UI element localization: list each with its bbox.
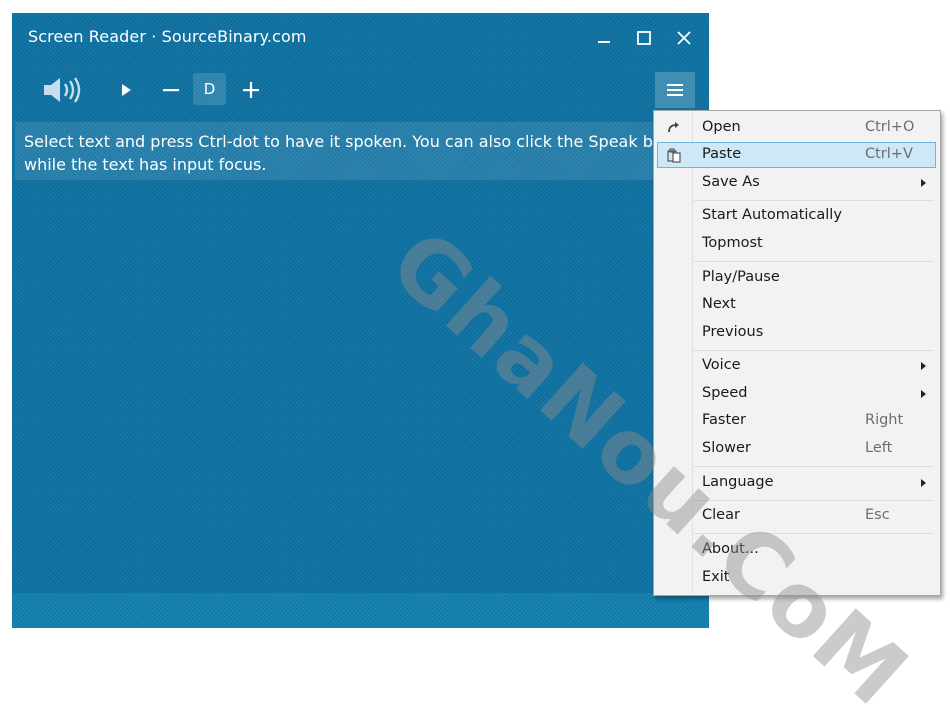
submenu-arrow-icon — [921, 179, 926, 187]
menu-item-paste[interactable]: Paste Ctrl+V — [657, 142, 936, 168]
text-input-area[interactable]: Select text and press Ctrl-dot to have i… — [15, 122, 709, 180]
speak-button[interactable] — [40, 73, 86, 107]
clipboard-icon — [666, 147, 682, 163]
increase-speed-button[interactable] — [236, 76, 266, 104]
redo-arrow-icon — [666, 120, 682, 136]
menu-item-open[interactable]: Open Ctrl+O — [657, 115, 936, 141]
menu-item-label: Topmost — [702, 235, 763, 251]
menu-item-label: Start Automatically — [702, 207, 842, 223]
menu-item-about[interactable]: About... — [657, 537, 936, 563]
hamburger-menu-button[interactable] — [655, 72, 695, 108]
text-content: Select text and press Ctrl-dot to have i… — [24, 132, 695, 174]
close-icon — [677, 31, 691, 45]
menu-item-next[interactable]: Next — [657, 292, 936, 318]
menu-item-shortcut: Ctrl+V — [865, 146, 913, 162]
menu-separator — [694, 200, 934, 201]
menu-item-play-pause[interactable]: Play/Pause — [657, 265, 936, 291]
submenu-arrow-icon — [921, 479, 926, 487]
menu-item-faster[interactable]: Faster Right — [657, 408, 936, 434]
menu-item-shortcut: Esc — [865, 507, 890, 523]
context-menu: Open Ctrl+O Paste Ctrl+V Save As Start A… — [653, 110, 941, 596]
menu-item-label: Speed — [702, 385, 748, 401]
play-button[interactable] — [112, 76, 140, 104]
menu-separator — [694, 350, 934, 351]
menu-item-label: About... — [702, 541, 759, 557]
maximize-button[interactable] — [630, 25, 658, 51]
menu-item-label: Slower — [702, 440, 751, 456]
menu-item-label: Paste — [702, 146, 742, 162]
menu-separator — [694, 500, 934, 501]
play-icon — [122, 84, 131, 96]
menu-item-slower[interactable]: Slower Left — [657, 436, 936, 462]
menu-item-exit[interactable]: Exit — [657, 565, 936, 591]
menu-item-speed[interactable]: Speed — [657, 381, 936, 407]
window-title: Screen Reader · SourceBinary.com — [28, 27, 307, 46]
minimize-button[interactable] — [590, 25, 618, 51]
minus-icon — [163, 89, 179, 92]
plus-icon — [243, 82, 259, 98]
menu-item-topmost[interactable]: Topmost — [657, 231, 936, 257]
menu-separator — [694, 533, 934, 534]
app-window: Screen Reader · SourceBinary.com D Selec… — [12, 13, 709, 628]
close-button[interactable] — [670, 25, 698, 51]
menu-item-label: Open — [702, 119, 741, 135]
menu-item-label: Faster — [702, 412, 747, 428]
menu-item-shortcut: Ctrl+O — [865, 119, 915, 135]
voice-indicator-button[interactable]: D — [193, 73, 226, 105]
menu-item-shortcut: Right — [865, 412, 904, 428]
menu-item-label: Play/Pause — [702, 269, 780, 285]
menu-item-label: Previous — [702, 324, 764, 340]
menu-item-label: Language — [702, 474, 774, 490]
hamburger-icon — [667, 84, 683, 96]
menu-item-previous[interactable]: Previous — [657, 320, 936, 346]
menu-item-start-automatically[interactable]: Start Automatically — [657, 203, 936, 229]
menu-separator — [694, 261, 934, 262]
speaker-icon — [44, 77, 81, 103]
status-strip — [12, 593, 709, 628]
submenu-arrow-icon — [921, 362, 926, 370]
menu-item-voice[interactable]: Voice — [657, 353, 936, 379]
menu-item-shortcut: Left — [865, 440, 893, 456]
menu-item-label: Exit — [702, 569, 730, 585]
menu-item-label: Save As — [702, 174, 760, 190]
menu-item-label: Clear — [702, 507, 740, 523]
submenu-arrow-icon — [921, 390, 926, 398]
menu-item-language[interactable]: Language — [657, 470, 936, 496]
menu-item-label: Next — [702, 296, 736, 312]
menu-item-save-as[interactable]: Save As — [657, 170, 936, 196]
menu-item-clear[interactable]: Clear Esc — [657, 503, 936, 529]
menu-separator — [694, 466, 934, 467]
minimize-icon — [598, 41, 610, 43]
menu-item-label: Voice — [702, 357, 741, 373]
maximize-icon — [637, 31, 651, 45]
decrease-speed-button[interactable] — [157, 76, 185, 104]
